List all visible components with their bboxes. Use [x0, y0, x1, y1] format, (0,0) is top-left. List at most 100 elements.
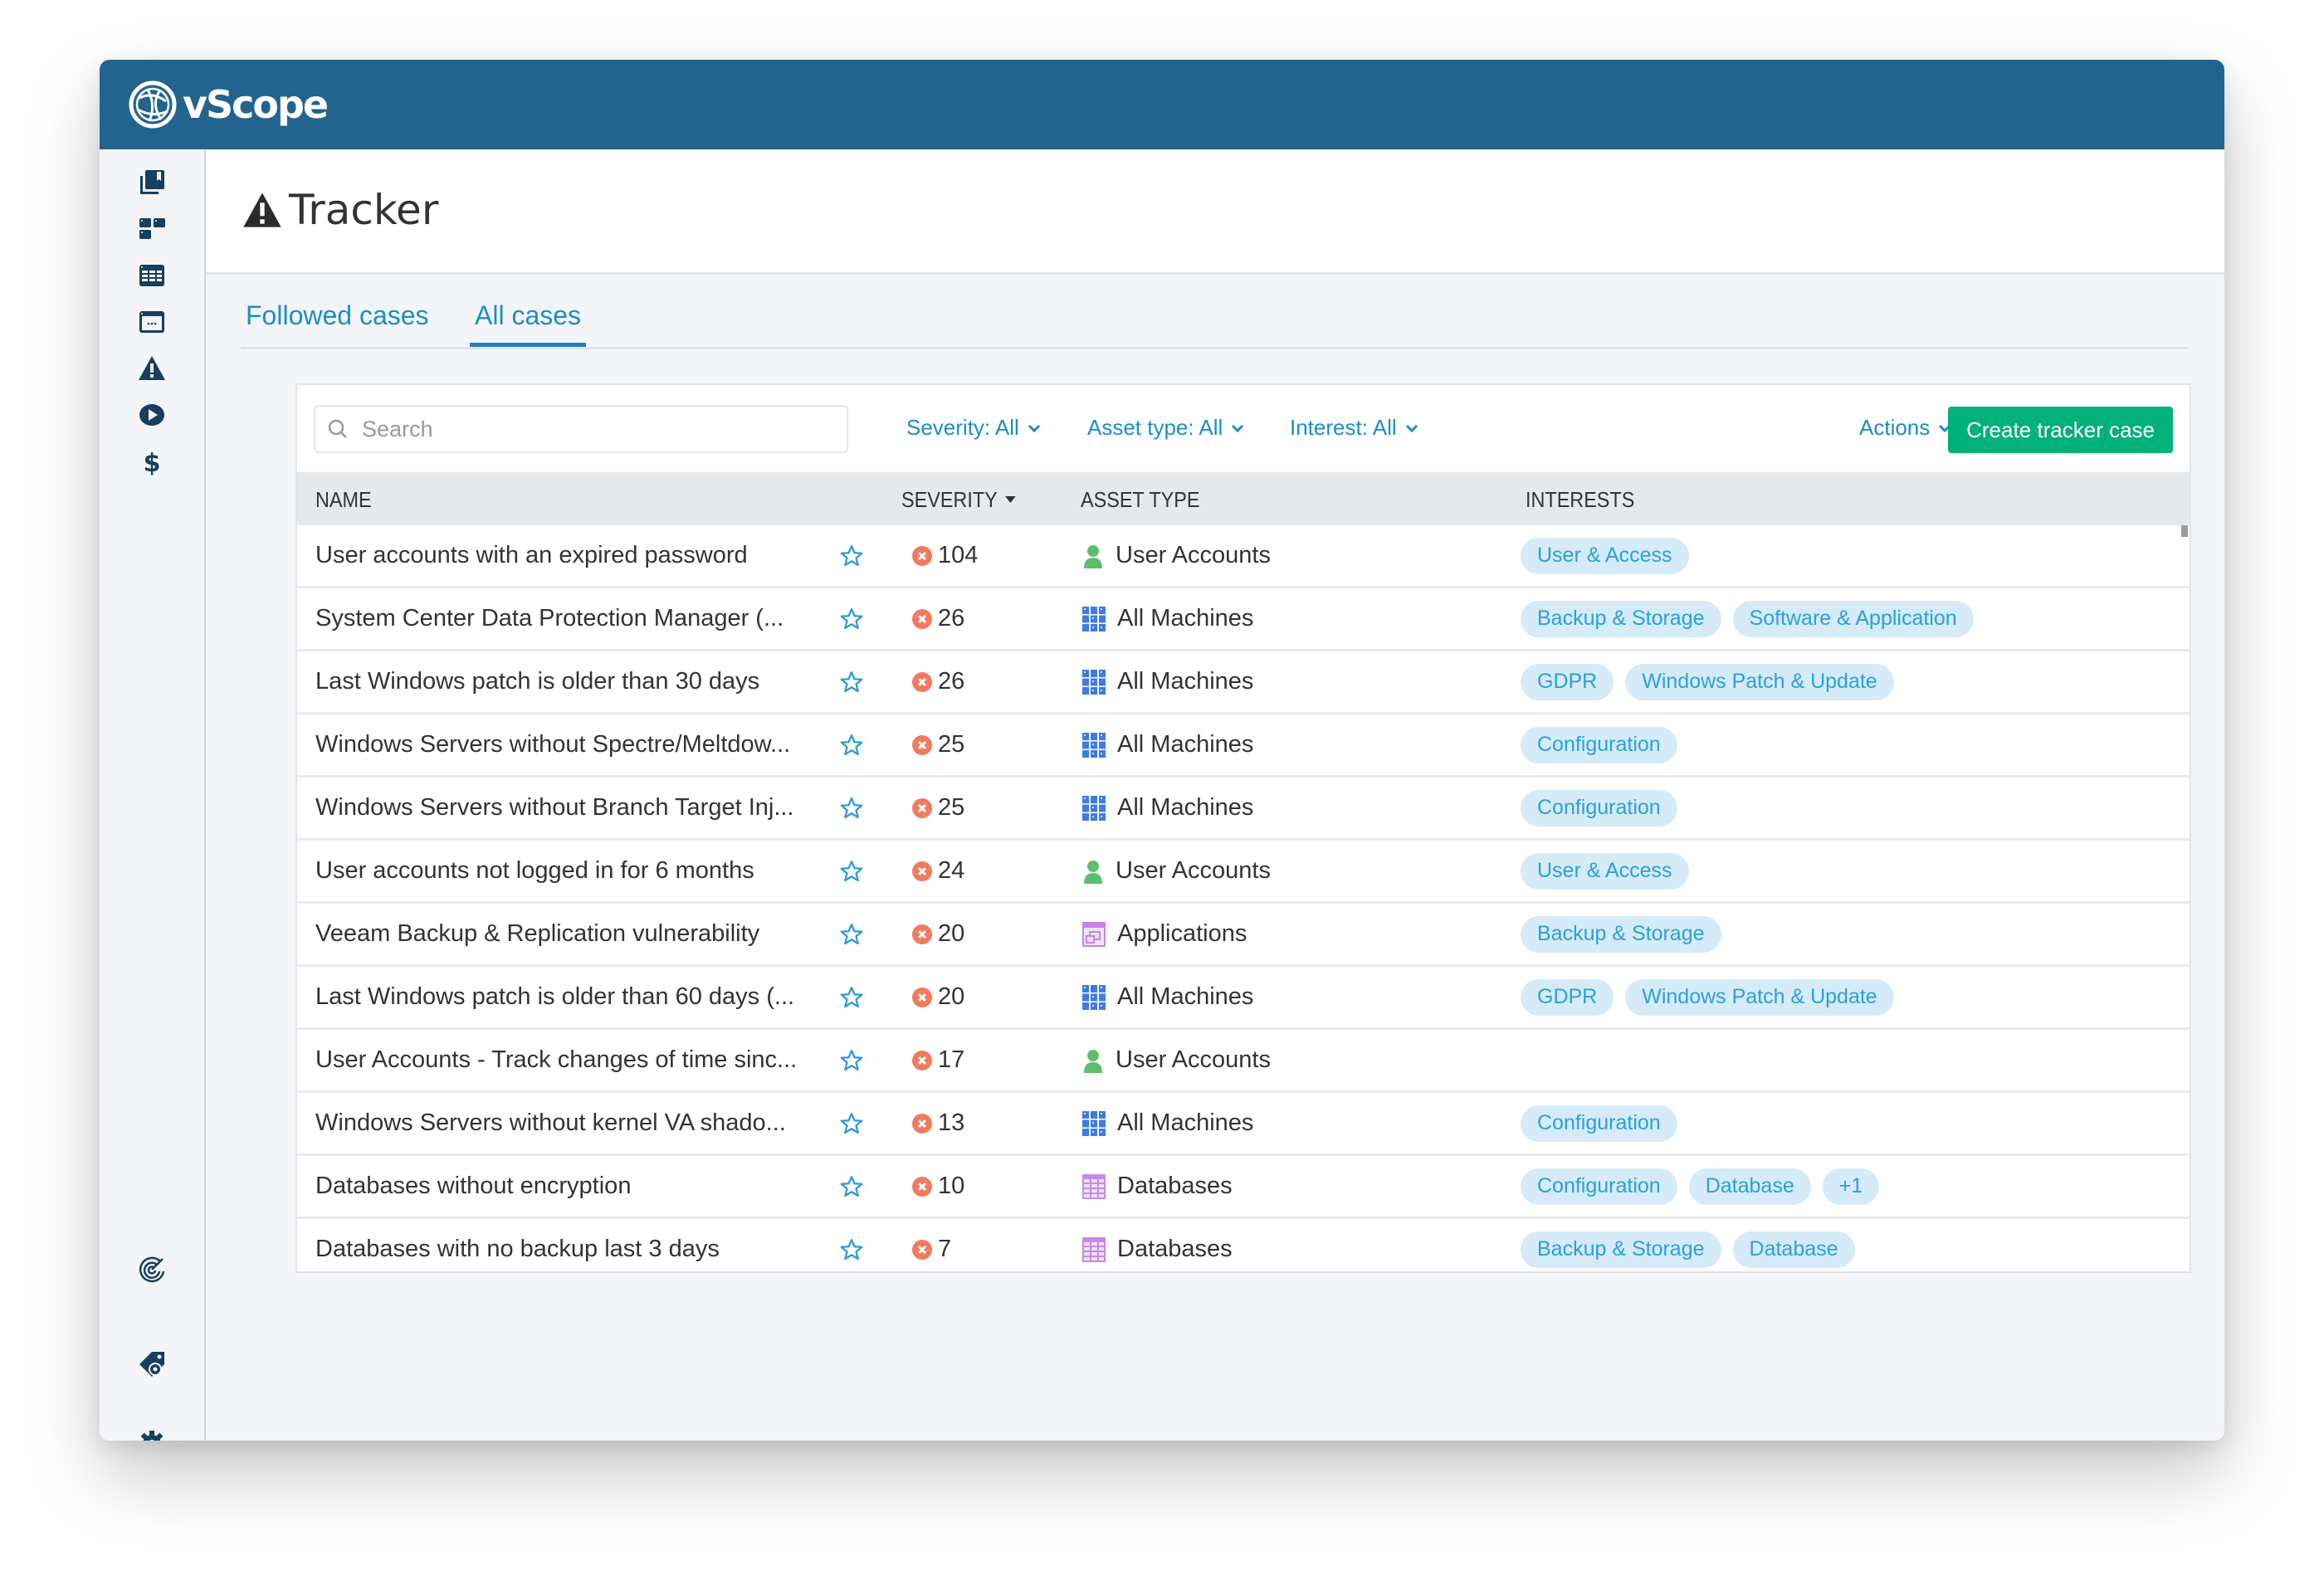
case-name[interactable]: Databases without encryption	[315, 1156, 813, 1217]
column-header-name[interactable]: NAME	[315, 487, 372, 513]
sidebar-item-settings[interactable]	[135, 1427, 168, 1441]
case-name[interactable]: Databases with no backup last 3 days	[315, 1219, 813, 1271]
sidebar-item-tag-settings[interactable]	[135, 1348, 168, 1381]
case-name[interactable]: System Center Data Protection Manager (.…	[315, 588, 813, 649]
severity-filter-dropdown[interactable]: Severity: All	[906, 415, 1041, 441]
sidebar-item-tables[interactable]	[135, 259, 168, 292]
interest-tag[interactable]: Windows Patch & Update	[1625, 978, 1894, 1016]
sidebar-item-costs[interactable]: $	[135, 445, 168, 478]
sidebar-item-collections[interactable]	[135, 166, 168, 199]
table-row[interactable]: Windows Servers without kernel VA shado.…	[297, 1093, 2190, 1156]
case-name[interactable]: User Accounts - Track changes of time si…	[315, 1030, 813, 1090]
column-header-severity[interactable]: SEVERITY	[901, 487, 1016, 513]
interest-filter-dropdown[interactable]: Interest: All	[1290, 415, 1418, 441]
star-icon	[840, 986, 863, 1007]
interest-tag[interactable]: User & Access	[1521, 852, 1689, 890]
table-row[interactable]: Veeam Backup & Replication vulnerability…	[297, 904, 2190, 967]
asset-type-label: All Machines	[1117, 794, 1254, 821]
follow-star-button[interactable]	[837, 904, 867, 964]
interests-cell: GDPR Windows Patch & Update	[1521, 651, 1894, 712]
case-name[interactable]: Veeam Backup & Replication vulnerability	[315, 904, 813, 964]
interest-tag[interactable]: Backup & Storage	[1521, 1231, 1721, 1268]
table-row[interactable]: Databases with no backup last 3 days 7 Dat…	[297, 1219, 2190, 1271]
case-name[interactable]: Last Windows patch is older than 60 days…	[315, 967, 813, 1027]
follow-star-button[interactable]	[837, 967, 867, 1027]
table-row[interactable]: User accounts with an expired password 10…	[297, 525, 2190, 588]
sidebar-item-discovery[interactable]	[135, 1253, 168, 1286]
interests-cell: Configuration Database +1	[1521, 1156, 1880, 1217]
asset-type-cell: All Machines	[1082, 714, 1253, 775]
interest-tag[interactable]: Software & Application	[1732, 600, 1974, 637]
sidebar-item-windows[interactable]	[135, 305, 168, 339]
interests-cell: Backup & Storage Software & Application	[1521, 588, 1974, 649]
sidebar-item-tracker[interactable]	[135, 352, 168, 385]
tab-followed-cases[interactable]: Followed cases	[241, 300, 434, 343]
create-tracker-case-button[interactable]: Create tracker case	[1948, 407, 2173, 453]
sidebar-item-automation[interactable]	[135, 398, 168, 432]
follow-star-button[interactable]	[837, 525, 867, 586]
interest-tag[interactable]: Database	[1732, 1231, 1855, 1268]
asset-type-label: All Machines	[1117, 605, 1254, 632]
interest-tag[interactable]: User & Access	[1521, 537, 1689, 574]
table-row[interactable]: Last Windows patch is older than 60 days…	[297, 967, 2190, 1030]
severity-filter-label: Severity: All	[906, 415, 1019, 440]
chevron-down-icon	[1232, 424, 1244, 432]
follow-star-button[interactable]	[837, 1156, 867, 1217]
follow-star-button[interactable]	[837, 841, 867, 901]
severity-count: 7	[938, 1236, 952, 1262]
interests-cell: Backup & Storage Database	[1521, 1219, 1855, 1271]
follow-star-button[interactable]	[837, 714, 867, 775]
interest-tag[interactable]: Configuration	[1521, 726, 1677, 763]
column-header-interests[interactable]: INTERESTS	[1526, 487, 1634, 513]
follow-star-button[interactable]	[837, 651, 867, 712]
follow-star-button[interactable]	[837, 1030, 867, 1090]
interest-tag[interactable]: GDPR	[1521, 978, 1614, 1016]
column-header-asset-type[interactable]: ASSET TYPE	[1081, 487, 1200, 513]
star-icon	[840, 1175, 863, 1197]
title-panel: Tracker	[206, 149, 2224, 275]
error-icon	[912, 1239, 932, 1260]
search-input[interactable]	[360, 415, 828, 443]
table-row[interactable]: Last Windows patch is older than 30 days…	[297, 651, 2190, 714]
interest-tag[interactable]: Backup & Storage	[1521, 600, 1721, 637]
scrollbar-thumb[interactable]	[2181, 525, 2188, 537]
table-row[interactable]: Databases without encryption 10 Databases C…	[297, 1156, 2190, 1219]
interest-tag[interactable]: Configuration	[1521, 1168, 1677, 1205]
interest-tag[interactable]: Database	[1688, 1168, 1811, 1205]
case-name[interactable]: Windows Servers without Spectre/Meltdow.…	[315, 714, 813, 775]
case-name[interactable]: Windows Servers without kernel VA shado.…	[315, 1093, 813, 1153]
case-name[interactable]: Last Windows patch is older than 30 days	[315, 651, 813, 712]
search-field[interactable]	[314, 405, 848, 453]
follow-star-button[interactable]	[837, 1219, 867, 1271]
severity-cell: 26	[911, 651, 964, 712]
table-row[interactable]: User Accounts - Track changes of time si…	[297, 1030, 2190, 1093]
actions-dropdown[interactable]: Actions	[1859, 415, 1951, 441]
table-row[interactable]: System Center Data Protection Manager (.…	[297, 588, 2190, 651]
case-name[interactable]: User accounts not logged in for 6 months	[315, 841, 813, 901]
user-icon	[1084, 544, 1102, 568]
interest-tag[interactable]: Windows Patch & Update	[1625, 663, 1894, 700]
star-icon	[840, 734, 863, 755]
interest-tag[interactable]: +1	[1822, 1168, 1880, 1205]
case-name[interactable]: Windows Servers without Branch Target In…	[315, 778, 813, 838]
interest-tag[interactable]: GDPR	[1521, 663, 1614, 700]
table-row[interactable]: Windows Servers without Branch Target In…	[297, 778, 2190, 841]
follow-star-button[interactable]	[837, 588, 867, 649]
follow-star-button[interactable]	[837, 1093, 867, 1153]
interest-tag[interactable]: Backup & Storage	[1521, 915, 1721, 953]
vscope-logo[interactable]: vScope	[128, 80, 329, 129]
asset-type-cell: All Machines	[1082, 651, 1253, 712]
table-row[interactable]: User accounts not logged in for 6 months…	[297, 841, 2190, 904]
sidebar-item-dashboard[interactable]	[135, 212, 168, 246]
table-row[interactable]: Windows Servers without Spectre/Meltdow.…	[297, 714, 2190, 778]
tab-all-cases[interactable]: All cases	[470, 300, 587, 347]
interest-tag[interactable]: Configuration	[1521, 1105, 1677, 1142]
asset-type-cell: All Machines	[1082, 588, 1253, 649]
asset-type-label: User Accounts	[1116, 542, 1271, 568]
interest-tag[interactable]: Configuration	[1521, 789, 1677, 827]
severity-cell: 25	[911, 714, 964, 775]
case-name[interactable]: User accounts with an expired password	[315, 525, 813, 586]
follow-star-button[interactable]	[837, 778, 867, 838]
asset-type-filter-dropdown[interactable]: Asset type: All	[1087, 415, 1244, 441]
error-icon	[912, 987, 932, 1007]
